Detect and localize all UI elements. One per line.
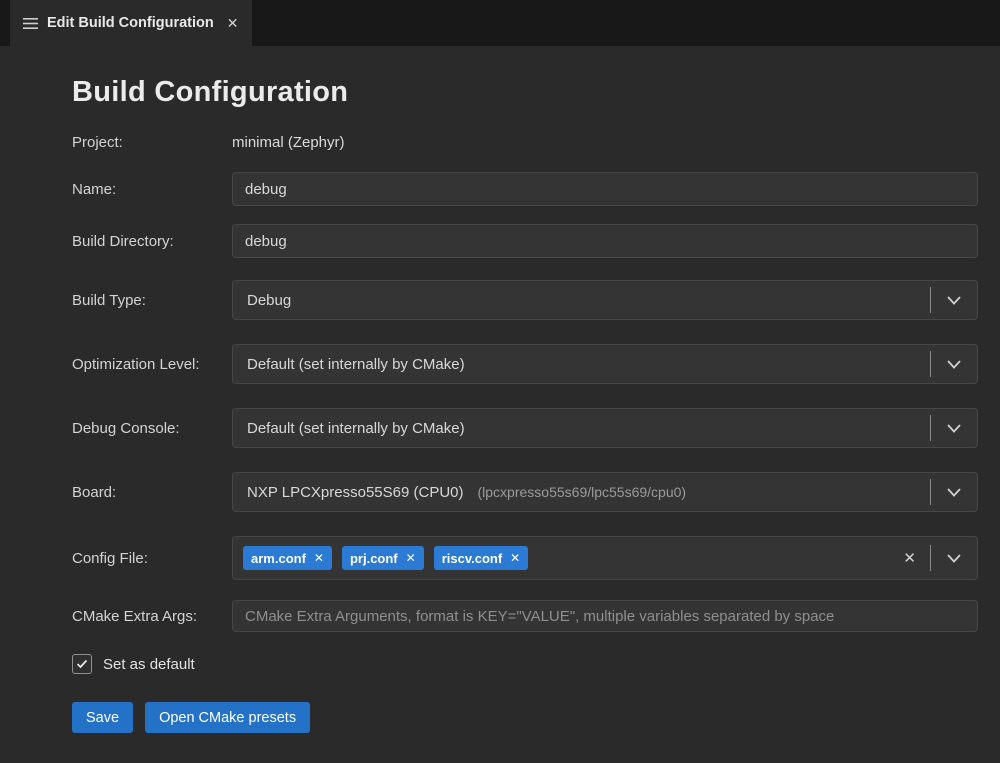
clear-all-icon[interactable]: ✕	[889, 549, 930, 567]
build-directory-label: Build Directory:	[72, 233, 232, 250]
build-type-value: Debug	[247, 292, 291, 309]
project-row: Project: minimal (Zephyr)	[72, 128, 978, 156]
list-settings-icon	[23, 17, 38, 30]
build-directory-row: Build Directory:	[72, 224, 978, 258]
project-value: minimal (Zephyr)	[232, 134, 978, 151]
board-detail: (lpcxpresso55s69/lpc55s69/cpu0)	[478, 484, 687, 500]
cmake-extra-args-input[interactable]	[232, 600, 978, 632]
name-label: Name:	[72, 181, 232, 198]
tab-edit-build-configuration[interactable]: Edit Build Configuration ✕	[10, 0, 252, 46]
config-file-row: Config File: arm.conf ✕ prj.conf ✕ riscv…	[72, 536, 978, 580]
set-as-default-checkbox[interactable]	[72, 654, 92, 674]
chevron-down-icon[interactable]	[931, 409, 977, 447]
close-icon[interactable]: ✕	[227, 15, 239, 32]
board-select[interactable]: NXP LPCXpresso55S69 (CPU0) (lpcxpresso55…	[232, 472, 978, 512]
button-row: Save Open CMake presets	[72, 702, 978, 733]
cmake-extra-args-row: CMake Extra Args:	[72, 600, 978, 632]
config-chip-label: riscv.conf	[442, 551, 502, 566]
chip-close-icon[interactable]: ✕	[510, 551, 520, 565]
set-as-default-row: Set as default	[72, 650, 978, 678]
optimization-level-label: Optimization Level:	[72, 356, 232, 373]
chevron-down-icon[interactable]	[931, 537, 977, 579]
config-file-label: Config File:	[72, 550, 232, 567]
save-button[interactable]: Save	[72, 702, 133, 733]
project-label: Project:	[72, 134, 232, 151]
config-chip: riscv.conf ✕	[434, 546, 529, 570]
name-row: Name:	[72, 172, 978, 206]
board-row: Board: NXP LPCXpresso55S69 (CPU0) (lpcxp…	[72, 472, 978, 512]
config-chip-label: arm.conf	[251, 551, 306, 566]
optimization-level-select[interactable]: Default (set internally by CMake)	[232, 344, 978, 384]
build-type-select[interactable]: Debug	[232, 280, 978, 320]
build-configuration-panel: Build Configuration Project: minimal (Ze…	[0, 46, 1000, 763]
chip-close-icon[interactable]: ✕	[314, 551, 324, 565]
chevron-down-icon[interactable]	[931, 281, 977, 319]
config-chip: arm.conf ✕	[243, 546, 332, 570]
debug-console-row: Debug Console: Default (set internally b…	[72, 408, 978, 448]
board-label: Board:	[72, 484, 232, 501]
config-chip: prj.conf ✕	[342, 546, 424, 570]
debug-console-select[interactable]: Default (set internally by CMake)	[232, 408, 978, 448]
config-file-multiselect[interactable]: arm.conf ✕ prj.conf ✕ riscv.conf ✕ ✕	[232, 536, 978, 580]
chevron-down-icon[interactable]	[931, 473, 977, 511]
app-window: Edit Build Configuration ✕ Build Configu…	[0, 0, 1000, 763]
name-input[interactable]	[232, 172, 978, 206]
set-as-default-label: Set as default	[103, 656, 195, 673]
chip-close-icon[interactable]: ✕	[406, 551, 416, 565]
config-chip-label: prj.conf	[350, 551, 398, 566]
board-value: NXP LPCXpresso55S69 (CPU0)	[247, 484, 464, 501]
optimization-level-value: Default (set internally by CMake)	[247, 356, 465, 373]
check-icon	[76, 659, 88, 669]
open-cmake-presets-button[interactable]: Open CMake presets	[145, 702, 310, 733]
build-type-label: Build Type:	[72, 292, 232, 309]
build-type-row: Build Type: Debug	[72, 280, 978, 320]
cmake-extra-args-label: CMake Extra Args:	[72, 608, 232, 625]
debug-console-label: Debug Console:	[72, 420, 232, 437]
build-directory-input[interactable]	[232, 224, 978, 258]
tab-title: Edit Build Configuration	[47, 15, 214, 31]
page-title: Build Configuration	[72, 72, 978, 112]
debug-console-value: Default (set internally by CMake)	[247, 420, 465, 437]
optimization-level-row: Optimization Level: Default (set interna…	[72, 344, 978, 384]
editor-tab-strip: Edit Build Configuration ✕	[0, 0, 1000, 46]
chevron-down-icon[interactable]	[931, 345, 977, 383]
